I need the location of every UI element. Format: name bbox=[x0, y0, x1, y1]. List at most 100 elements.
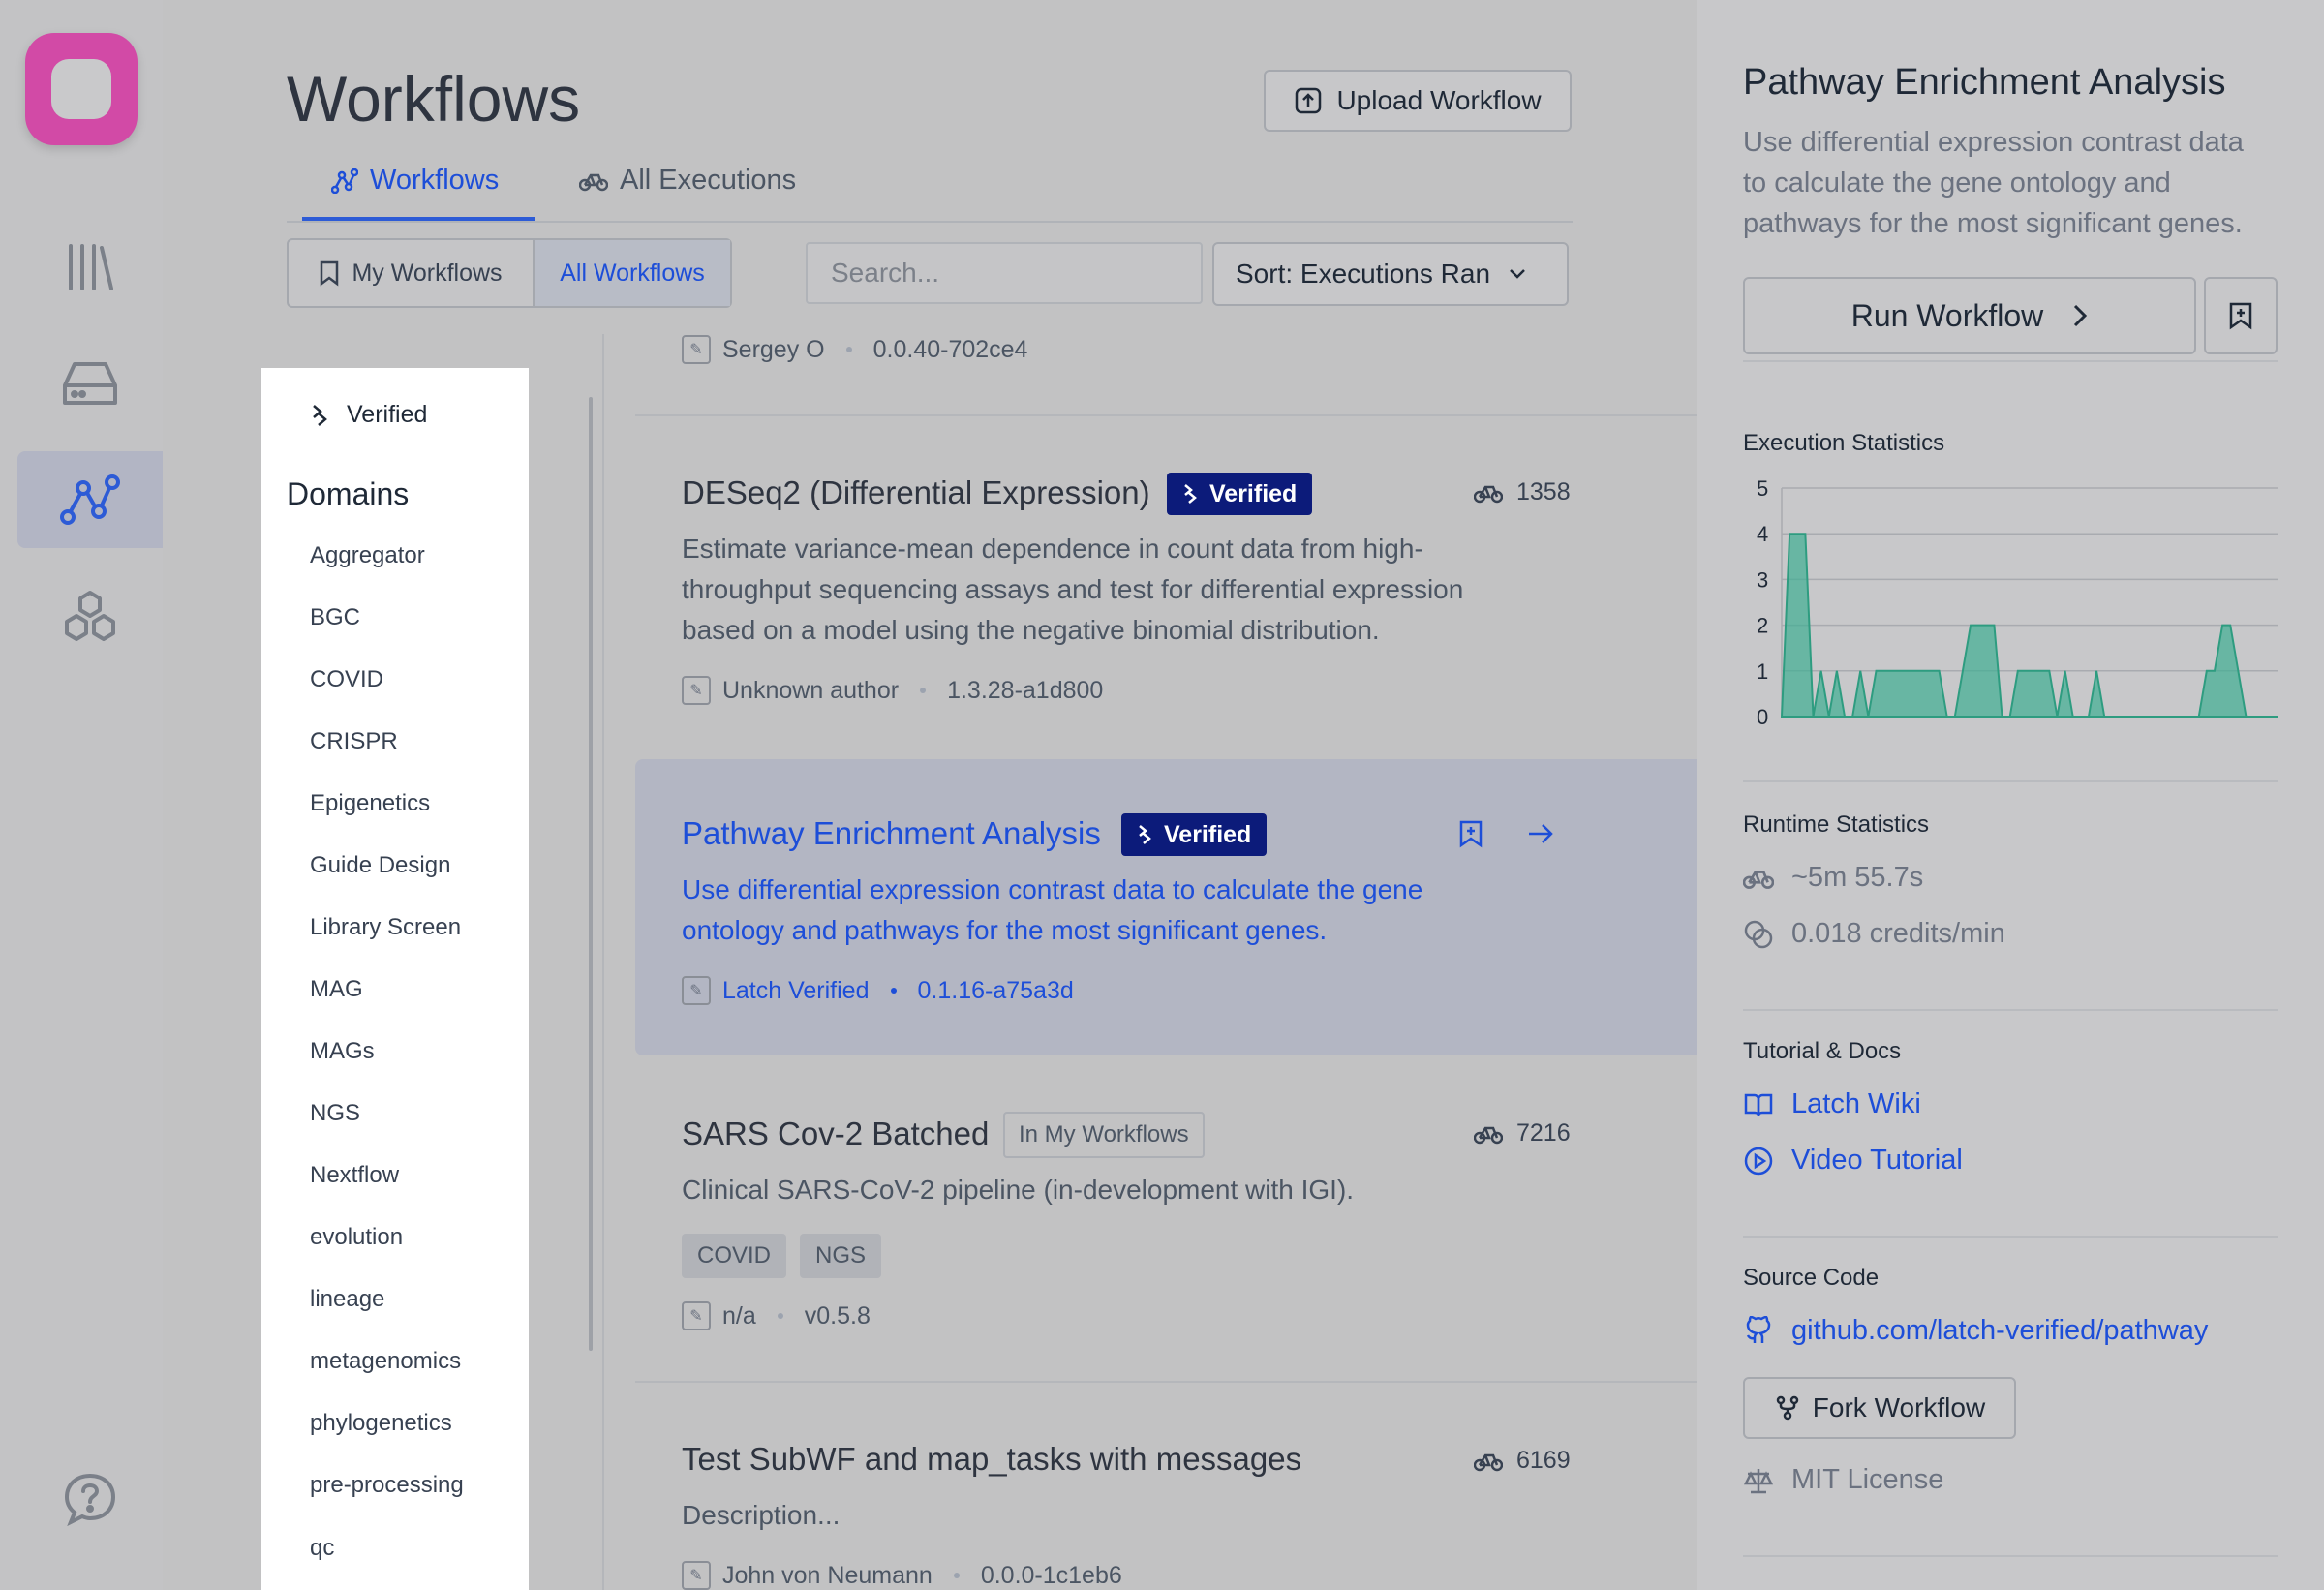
workflow-version: 0.0.40-702ce4 bbox=[872, 335, 1028, 363]
workflow-author: Unknown author bbox=[722, 676, 900, 704]
workflow-author: John von Neumann bbox=[722, 1561, 933, 1589]
domain-tag[interactable]: NGS bbox=[800, 1234, 882, 1278]
verified-badge: Verified bbox=[1167, 473, 1313, 515]
workflow-title[interactable]: SARS Cov-2 Batched bbox=[682, 1116, 989, 1152]
search-input[interactable]: Search... bbox=[806, 242, 1203, 304]
execution-count: 7216 bbox=[1474, 1119, 1571, 1147]
domain-item[interactable]: CRISPR bbox=[310, 728, 398, 755]
domain-item[interactable]: MAG bbox=[310, 976, 363, 1003]
workflow-author: Sergey O bbox=[722, 335, 825, 363]
section-divider bbox=[1743, 1009, 2278, 1011]
domain-item[interactable]: Library Screen bbox=[310, 914, 461, 941]
all-workflows-button[interactable]: All Workflows bbox=[533, 240, 730, 306]
y-tick-label: 2 bbox=[1757, 614, 1768, 638]
video-tutorial-link[interactable]: Video Tutorial bbox=[1743, 1145, 1963, 1177]
hexagons-icon[interactable] bbox=[17, 567, 163, 664]
verified-filter[interactable]: Verified bbox=[310, 401, 427, 429]
app-logo[interactable] bbox=[25, 33, 138, 145]
domain-item[interactable]: Aggregator bbox=[310, 542, 425, 569]
domain-item[interactable]: Epigenetics bbox=[310, 790, 430, 817]
bookmark-add-icon[interactable] bbox=[1458, 819, 1483, 853]
upload-workflow-button[interactable]: Upload Workflow bbox=[1264, 70, 1572, 132]
domain-item[interactable]: COVID bbox=[310, 666, 383, 693]
chevron-right-icon bbox=[2074, 304, 2088, 327]
tab-workflows[interactable]: Workflows bbox=[331, 165, 499, 197]
y-tick-label: 0 bbox=[1757, 705, 1768, 724]
workflow-meta: ✎ Unknown author 1.3.28-a1d800 bbox=[682, 676, 1103, 705]
upload-workflow-label: Upload Workflow bbox=[1336, 85, 1542, 115]
tabs-divider bbox=[287, 221, 1573, 223]
repo-link[interactable]: github.com/latch-verified/pathway bbox=[1743, 1315, 2208, 1347]
domain-item[interactable]: MAGs bbox=[310, 1038, 375, 1065]
domain-item[interactable]: pre-processing bbox=[310, 1472, 464, 1499]
fork-icon bbox=[1776, 1395, 1799, 1421]
credits-value: 0.018 credits/min bbox=[1791, 918, 2005, 949]
workflow-title[interactable]: DESeq2 (Differential Expression) bbox=[682, 474, 1150, 511]
tab-all-executions[interactable]: All Executions bbox=[579, 165, 796, 197]
workflow-title[interactable]: Test SubWF and map_tasks with messages bbox=[682, 1441, 1301, 1478]
section-divider bbox=[1743, 780, 2278, 782]
sort-dropdown[interactable]: Sort: Executions Ran bbox=[1212, 242, 1569, 306]
sort-label: Sort: Executions Ran bbox=[1236, 259, 1491, 289]
credits-stat: 0.018 credits/min bbox=[1743, 918, 2005, 950]
execution-count-value: 1358 bbox=[1516, 478, 1571, 505]
domain-item[interactable]: Guide Design bbox=[310, 852, 450, 879]
execution-count-value: 7216 bbox=[1516, 1119, 1571, 1147]
library-icon[interactable] bbox=[17, 219, 163, 316]
author-icon: ✎ bbox=[682, 976, 711, 1005]
latch-wiki-label: Latch Wiki bbox=[1791, 1088, 1921, 1119]
domain-item[interactable]: lineage bbox=[310, 1286, 384, 1313]
repo-label: github.com/latch-verified/pathway bbox=[1791, 1315, 2209, 1346]
domain-item[interactable]: phylogenetics bbox=[310, 1410, 452, 1437]
workflow-description: Use differential expression contrast dat… bbox=[682, 870, 1422, 951]
verified-filter-label: Verified bbox=[347, 401, 428, 428]
license: MIT License bbox=[1743, 1464, 1943, 1496]
bookmark-add-icon bbox=[2229, 302, 2252, 330]
bookmark-button[interactable] bbox=[2204, 277, 2278, 354]
domain-item[interactable]: Nextflow bbox=[310, 1162, 399, 1189]
workflow-title[interactable]: Pathway Enrichment Analysis bbox=[682, 815, 1101, 852]
section-divider bbox=[1743, 1236, 2278, 1238]
domain-filter-panel: Verified Domains Aggregator BGC COVID CR… bbox=[261, 368, 529, 1590]
workflow-version: 0.0.0-1c1eb6 bbox=[980, 1561, 1122, 1589]
my-workflows-button[interactable]: My Workflows bbox=[289, 240, 533, 306]
scale-icon bbox=[1743, 1468, 1774, 1493]
filter-scrollbar[interactable] bbox=[589, 397, 593, 1351]
fork-workflow-button[interactable]: Fork Workflow bbox=[1743, 1377, 2016, 1439]
storage-icon[interactable] bbox=[17, 335, 163, 432]
latch-verified-icon bbox=[1139, 825, 1151, 844]
domain-item[interactable]: qc bbox=[310, 1535, 334, 1562]
author-icon: ✎ bbox=[682, 1301, 711, 1330]
y-tick-label: 3 bbox=[1757, 567, 1768, 592]
run-workflow-button[interactable]: Run Workflow bbox=[1743, 277, 2196, 354]
domain-item[interactable]: metagenomics bbox=[310, 1348, 461, 1375]
bicycle-icon bbox=[1474, 1453, 1503, 1471]
author-icon: ✎ bbox=[682, 335, 711, 364]
chevron-down-icon bbox=[1510, 269, 1525, 279]
domain-item[interactable]: evolution bbox=[310, 1224, 403, 1251]
row-divider bbox=[635, 414, 1697, 416]
help-icon[interactable] bbox=[17, 1451, 163, 1547]
bicycle-icon bbox=[579, 173, 608, 191]
my-workflows-label: My Workflows bbox=[352, 259, 503, 287]
latch-wiki-link[interactable]: Latch Wiki bbox=[1743, 1088, 1921, 1120]
y-tick-label: 5 bbox=[1757, 476, 1768, 501]
latch-verified-icon bbox=[313, 404, 327, 426]
run-workflow-label: Run Workflow bbox=[1850, 297, 2044, 333]
workflow-filter-toggle: My Workflows All Workflows bbox=[287, 238, 732, 308]
search-placeholder: Search... bbox=[831, 258, 940, 288]
domain-tag[interactable]: COVID bbox=[682, 1234, 787, 1278]
workflow-author: Latch Verified bbox=[722, 976, 870, 1004]
domain-item[interactable]: BGC bbox=[310, 604, 360, 631]
domain-item[interactable]: NGS bbox=[310, 1100, 360, 1127]
verified-badge: Verified bbox=[1121, 813, 1268, 856]
fork-workflow-label: Fork Workflow bbox=[1812, 1392, 1986, 1422]
row-divider bbox=[635, 1381, 1697, 1383]
arrow-right-icon[interactable] bbox=[1526, 821, 1555, 851]
section-divider bbox=[1743, 360, 2278, 362]
tab-all-executions-label: All Executions bbox=[620, 165, 797, 196]
video-tutorial-label: Video Tutorial bbox=[1791, 1145, 1963, 1176]
detail-description: Use differential expression contrast dat… bbox=[1743, 122, 2285, 244]
author-icon: ✎ bbox=[682, 676, 711, 705]
workflows-nav-icon[interactable] bbox=[17, 451, 163, 548]
